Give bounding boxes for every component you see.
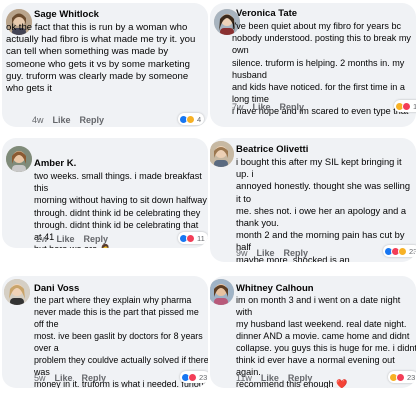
reply-button[interactable]: Reply: [288, 373, 313, 383]
avatar[interactable]: [210, 141, 234, 167]
reaction-summary[interactable]: 11: [178, 232, 208, 244]
love-reaction-icon: [396, 372, 405, 382]
reaction-count: 23: [199, 372, 208, 382]
reply-button[interactable]: Reply: [82, 373, 107, 383]
reply-button[interactable]: Reply: [80, 115, 105, 125]
comment-actions: 4w Like Reply: [32, 115, 113, 126]
like-button[interactable]: Like: [55, 373, 73, 383]
comment-card: Amber K. two weeks. small things. i made…: [2, 138, 208, 248]
comment-card: Dani Voss the part where they explain wh…: [2, 276, 208, 388]
commenter-name[interactable]: Sage Whitlock: [34, 9, 99, 21]
care-reaction-icon: [186, 114, 195, 124]
avatar[interactable]: [6, 146, 32, 172]
like-button[interactable]: Like: [261, 373, 279, 383]
comment-time: 2w: [36, 234, 48, 244]
comment-time: 9w: [236, 248, 248, 258]
comment-time: 11w: [236, 373, 252, 383]
care-reaction-icon: [398, 246, 407, 256]
reaction-count: 23: [407, 372, 416, 382]
comment-card: Beatrice Olivetti i bought this after my…: [210, 138, 416, 262]
avatar[interactable]: [210, 279, 234, 305]
comment-actions: 11w Like Reply: [236, 373, 321, 384]
reply-button[interactable]: Reply: [84, 234, 109, 244]
reaction-summary[interactable]: 11: [394, 100, 416, 112]
comment-time: 5w: [34, 373, 46, 383]
reaction-summary[interactable]: 23: [383, 245, 416, 257]
like-button[interactable]: Like: [57, 234, 75, 244]
comment-card: Veronica Tate I've been quiet about my f…: [210, 3, 416, 127]
comment-actions: 7w Like Reply: [232, 102, 313, 113]
like-button[interactable]: Like: [253, 102, 271, 112]
reply-button[interactable]: Reply: [280, 102, 305, 112]
avatar[interactable]: [4, 279, 30, 305]
commenter-name[interactable]: Amber K.: [34, 158, 76, 170]
comment-card: Whitney Calhoun im on month 3 and i went…: [210, 276, 416, 388]
comment-time: 7w: [232, 102, 244, 112]
reply-button[interactable]: Reply: [284, 248, 309, 258]
reaction-count: 11: [197, 233, 205, 243]
reaction-summary[interactable]: 4: [178, 113, 205, 125]
commenter-name[interactable]: Beatrice Olivetti: [236, 144, 308, 156]
comment-time: 4w: [32, 115, 44, 125]
commenter-name[interactable]: Veronica Tate: [236, 8, 297, 20]
reaction-count: 23: [409, 246, 416, 256]
like-button[interactable]: Like: [257, 248, 275, 258]
reaction-summary[interactable]: 23: [180, 371, 208, 383]
comment-actions: 9w Like Reply: [236, 248, 317, 259]
reaction-summary[interactable]: 23: [388, 371, 416, 383]
love-reaction-icon: [188, 372, 197, 382]
comment-actions: 5w Like Reply: [34, 373, 115, 384]
love-reaction-icon: [402, 101, 411, 111]
like-button[interactable]: Like: [53, 115, 71, 125]
love-reaction-icon: [186, 233, 195, 243]
comment-actions: 2w Like Reply: [36, 234, 117, 245]
comment-card: Sage Whitlock ok the fact that this is r…: [2, 3, 208, 127]
reaction-count: 4: [197, 114, 202, 124]
comment-text: ok the fact that this is run by a woman …: [6, 22, 196, 95]
